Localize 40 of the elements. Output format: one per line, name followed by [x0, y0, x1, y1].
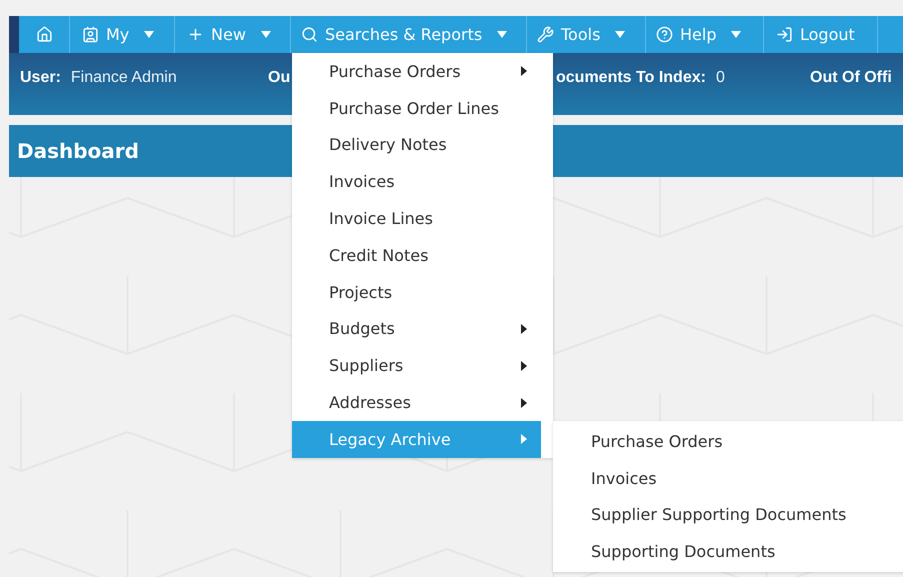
menu-item[interactable]: Purchase Orders [292, 53, 541, 90]
caret-icon [521, 324, 527, 334]
caret-icon [144, 31, 154, 38]
logout-icon [776, 26, 793, 43]
menu-item[interactable]: Supporting Documents [553, 533, 903, 570]
home-button[interactable] [19, 16, 70, 53]
menu-item[interactable]: Purchase Orders [553, 423, 903, 460]
caret-icon [521, 398, 527, 408]
menu-item[interactable]: Projects [292, 274, 541, 311]
info-value: Finance Admin [70, 69, 177, 87]
menu-item[interactable]: Invoice Lines [292, 200, 541, 237]
caret-icon [260, 31, 271, 38]
page-title: Dashboard [17, 139, 139, 163]
menu-item[interactable]: Addresses [292, 384, 541, 421]
info-label: Ou [268, 69, 290, 87]
menu-item[interactable]: Delivery Notes [292, 126, 541, 164]
menu-item[interactable]: Purchase Order Lines [292, 90, 541, 127]
menu-item[interactable]: Credit Notes [292, 236, 541, 274]
search-icon [301, 26, 318, 43]
menu-item[interactable]: Invoices [292, 163, 541, 200]
caret-icon [497, 31, 508, 38]
menu-item[interactable]: Budgets [292, 310, 541, 348]
wrench-icon [537, 26, 554, 43]
caret-icon [521, 360, 527, 371]
caret-icon [521, 434, 527, 444]
caret-icon [731, 31, 742, 38]
info-value: 0 [716, 69, 725, 87]
menu-item[interactable]: Supplier Supporting Documents [553, 496, 903, 534]
menu-item[interactable]: Suppliers [292, 347, 541, 384]
help-icon [656, 26, 673, 43]
info-label: Out Of Offi [810, 69, 892, 87]
home-icon [36, 26, 52, 43]
plus-icon [187, 26, 204, 43]
caret-icon [521, 66, 527, 76]
menu-item[interactable]: Invoices [553, 460, 903, 497]
contact-card-icon [82, 26, 99, 43]
nav-bar-fill [878, 16, 903, 53]
info-label: ocuments To Index: [556, 69, 706, 87]
info-label: User: [20, 69, 61, 87]
caret-icon [615, 31, 626, 38]
